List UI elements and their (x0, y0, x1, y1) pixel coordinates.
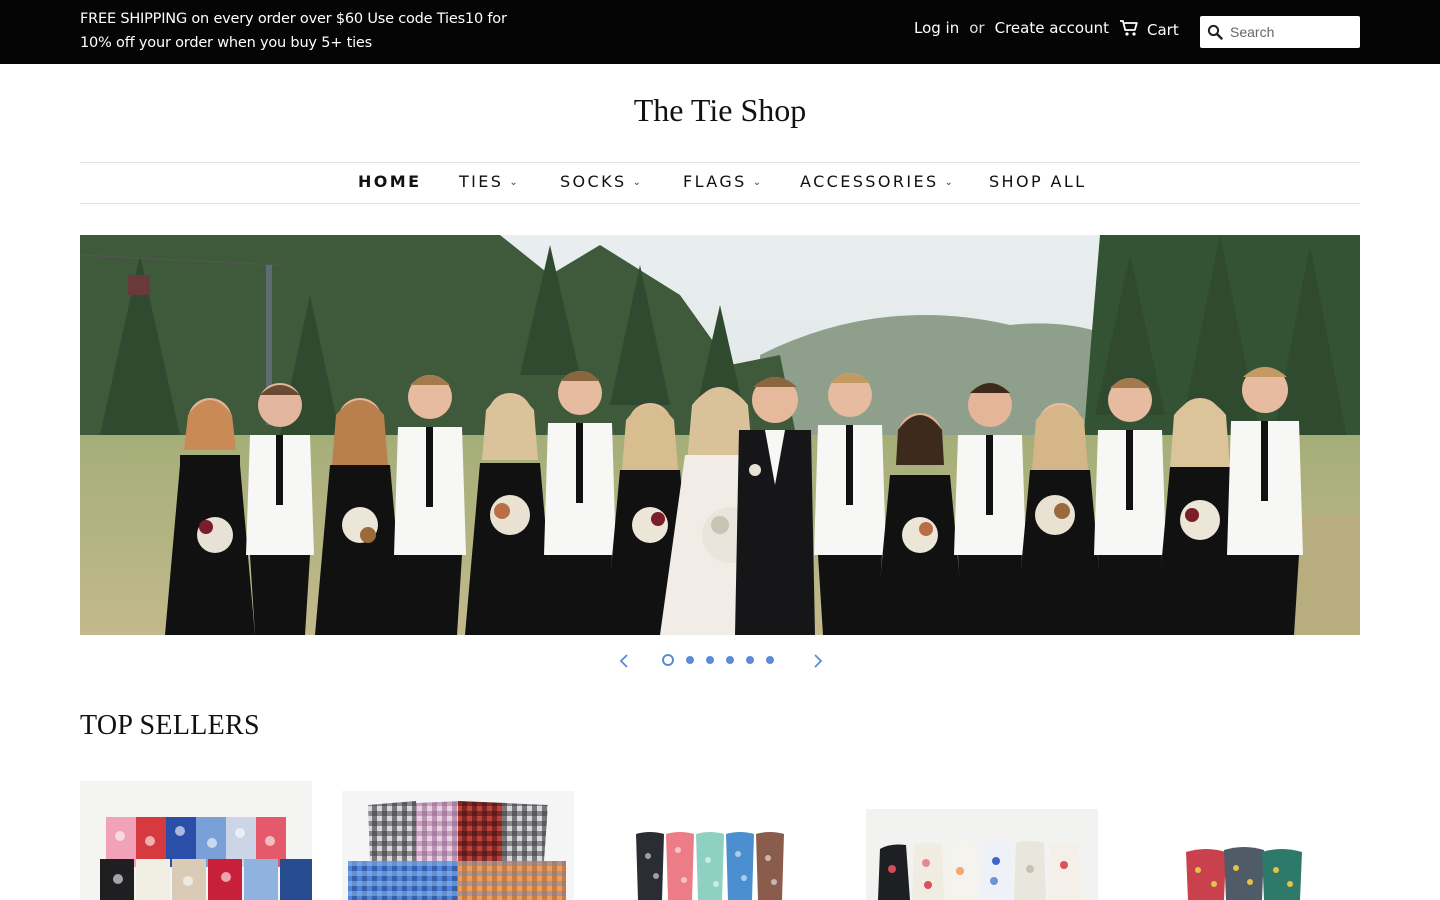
slide-dot[interactable] (766, 656, 774, 664)
nav-accessories[interactable]: ACCESSORIES ⌄ (800, 172, 953, 191)
cart-icon (1119, 19, 1139, 41)
search-input[interactable] (1230, 18, 1352, 46)
nav-flags-label: FLAGS (683, 172, 747, 191)
slide-dot[interactable] (746, 656, 754, 664)
chevron-down-icon: ⌄ (944, 177, 953, 188)
chevron-down-icon: ⌄ (752, 177, 762, 188)
product-card-image[interactable] (342, 791, 574, 900)
nav-socks[interactable]: SOCKS ⌄ (560, 172, 641, 191)
nav-ties[interactable]: TIES ⌄ (459, 172, 518, 191)
product-card-image[interactable] (604, 830, 836, 900)
slide-prev-button[interactable] (614, 650, 634, 672)
account-links: Log in or Create account (914, 19, 1109, 37)
or-text: or (969, 19, 985, 37)
slide-next-button[interactable] (808, 650, 828, 672)
cart-label: Cart (1147, 21, 1179, 39)
slide-dot[interactable] (726, 656, 734, 664)
create-account-link[interactable]: Create account (995, 19, 1109, 37)
hero-slide-image[interactable] (80, 235, 1360, 635)
nav-shop-all-label: SHOP ALL (989, 172, 1087, 191)
nav-shop-all[interactable]: SHOP ALL (989, 172, 1087, 191)
section-title-top-sellers: TOP SELLERS (80, 710, 260, 741)
search-box (1200, 16, 1360, 48)
search-icon[interactable] (1200, 24, 1230, 40)
chevron-down-icon: ⌄ (632, 177, 641, 188)
nav-ties-label: TIES (459, 172, 504, 191)
nav-flags[interactable]: FLAGS ⌄ (683, 172, 761, 191)
slide-dot[interactable] (706, 656, 714, 664)
slide-dots (662, 654, 774, 666)
product-card-image[interactable] (1128, 840, 1360, 900)
slide-dot[interactable] (662, 654, 674, 666)
chevron-left-icon (619, 654, 628, 668)
promo-text: FREE SHIPPING on every order over $60 Us… (80, 11, 507, 51)
site-logo[interactable]: The Tie Shop (0, 92, 1440, 129)
nav-socks-label: SOCKS (560, 172, 627, 191)
chevron-right-icon (814, 654, 823, 668)
nav-accessories-label: ACCESSORIES (800, 172, 939, 191)
product-card-image[interactable] (866, 809, 1098, 900)
product-card-image[interactable] (80, 781, 312, 900)
cart-link[interactable]: Cart (1119, 19, 1179, 41)
slide-dot[interactable] (686, 656, 694, 664)
announcement-bar: FREE SHIPPING on every order over $60 Us… (0, 0, 1440, 64)
nav-home-label: HOME (358, 172, 422, 191)
chevron-down-icon: ⌄ (509, 177, 518, 188)
nav-home[interactable]: HOME (358, 172, 421, 191)
login-link[interactable]: Log in (914, 19, 959, 37)
slideshow-controls (600, 650, 840, 672)
main-nav: HOME TIES ⌄ SOCKS ⌄ FLAGS ⌄ ACCESSORIES … (80, 162, 1360, 204)
